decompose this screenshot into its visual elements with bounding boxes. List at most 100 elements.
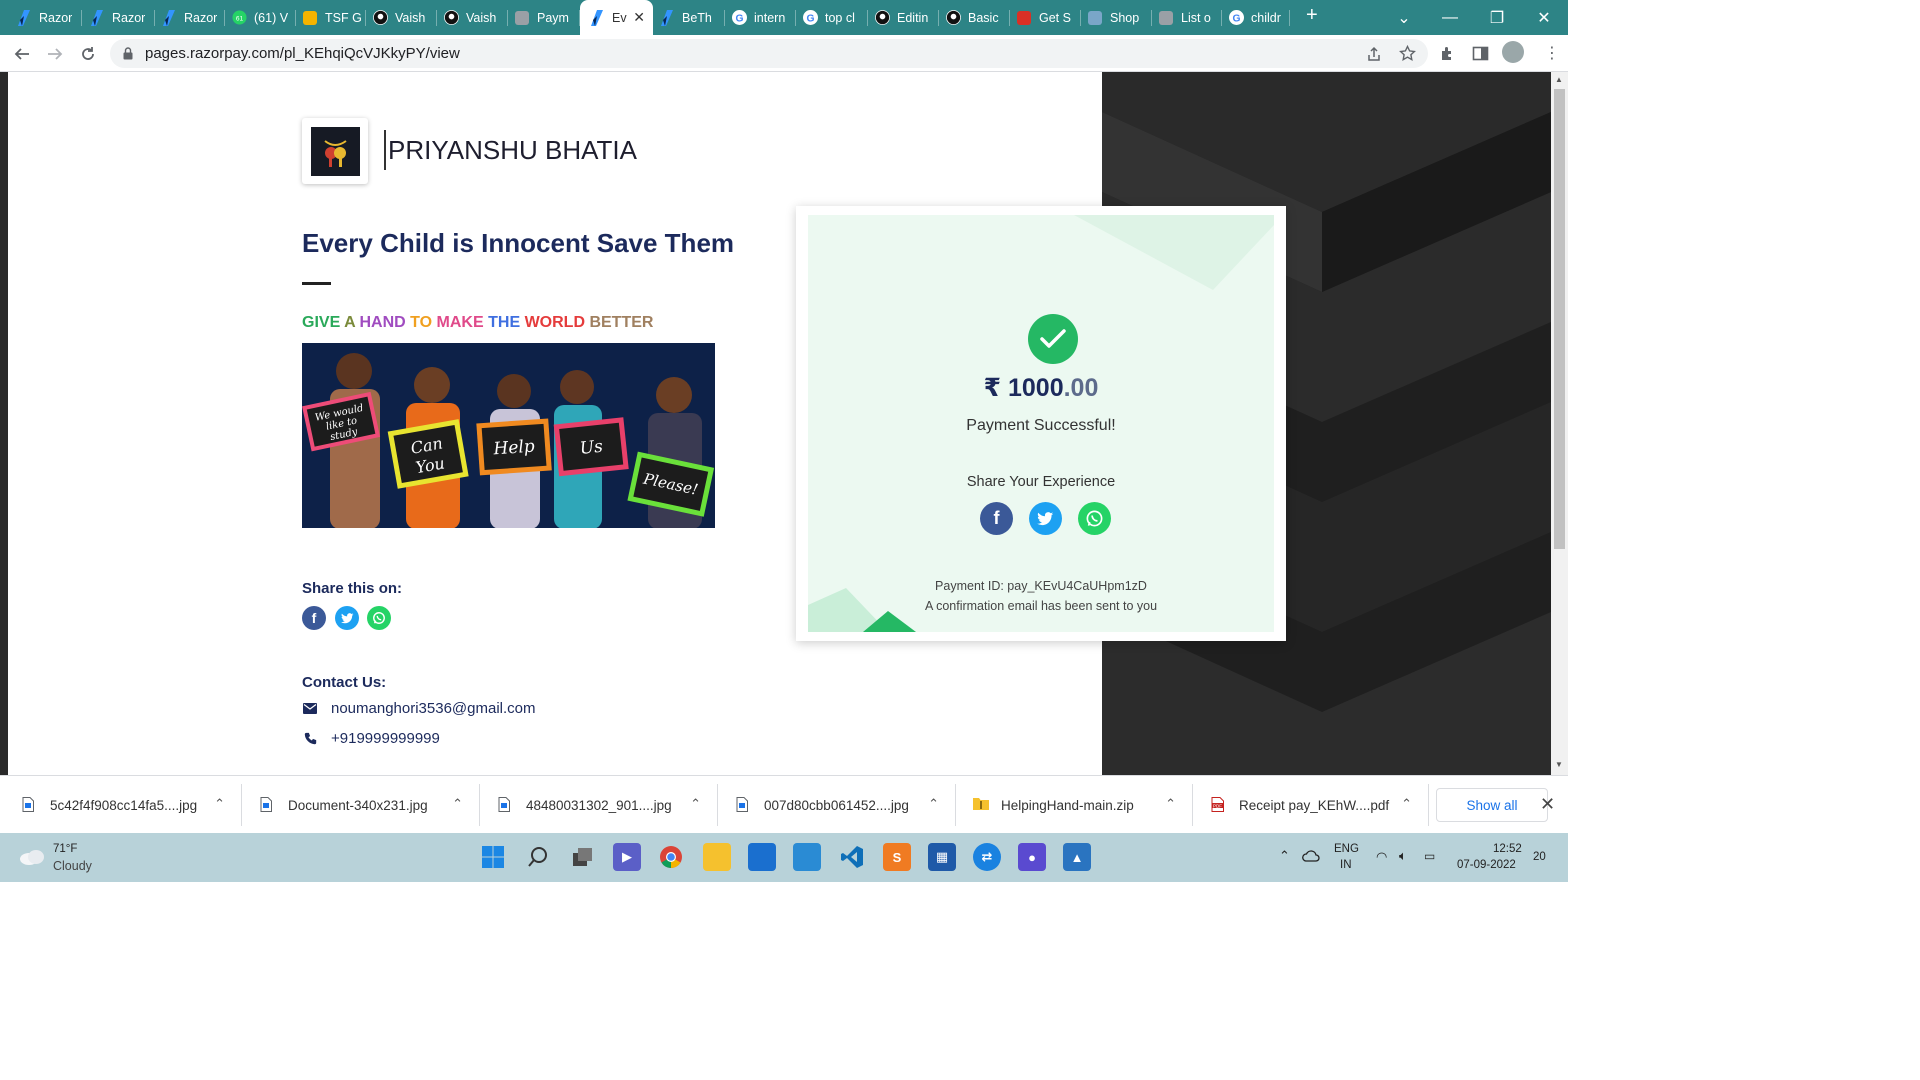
side-panel-icon[interactable] [1472,45,1489,62]
task-view-button[interactable] [569,843,597,871]
address-bar[interactable]: pages.razorpay.com/pl_KEhqiQcVJKkyPY/vie… [110,39,1428,68]
share-facebook-button[interactable]: f [980,502,1013,535]
windows-start-button[interactable] [479,843,507,871]
file-explorer-app[interactable] [703,843,731,871]
browser-tab[interactable]: Shop [1081,4,1152,31]
volume-icon[interactable]: 🔈︎ [1399,848,1407,864]
browser-tab[interactable]: Razor [10,4,82,31]
new-tab-button[interactable]: + [1306,4,1318,27]
language-indicator-top[interactable]: ENG [1334,843,1359,855]
whatsapp-icon [373,612,385,624]
contact-email[interactable]: noumanghori3536@gmail.com [331,700,536,717]
onedrive-cloud-icon[interactable] [1302,850,1320,862]
scroll-up-arrow-icon[interactable]: ▲ [1555,75,1563,84]
payment-status: Payment Successful! [966,417,1116,434]
share-whatsapp-button[interactable] [1078,502,1111,535]
browser-tab[interactable]: Vaish [366,4,437,31]
wifi-icon[interactable]: ◠ [1376,849,1387,865]
browser-tab[interactable]: Razor [83,4,155,31]
clock-date[interactable]: 07-09-2022 [1457,859,1516,871]
close-downloads-icon[interactable]: ✕ [1540,794,1555,815]
battery-icon[interactable]: ▭ [1424,849,1435,863]
browser-tab[interactable]: Gintern [725,4,796,31]
browser-tab[interactable]: List o [1152,4,1222,31]
download-separator [241,784,242,826]
tagline-word: A [344,314,360,331]
browser-tab[interactable]: Ev ✕ [580,0,653,35]
download-item[interactable]: PDF Receipt pay_KEhW....pdf ⌃ [1211,776,1428,834]
weather-temperature[interactable]: 71°F [53,843,77,855]
teams-chat-app[interactable]: ▶ [613,843,641,871]
browser-tab[interactable]: Get S [1010,4,1081,31]
browser-tab[interactable]: Paym [508,4,580,31]
profile-avatar[interactable] [1502,41,1524,63]
show-hidden-icons-chevron[interactable]: ⌃ [1279,848,1290,864]
bookmark-star-icon[interactable] [1399,45,1416,62]
extensions-puzzle-icon[interactable] [1439,45,1456,62]
download-item[interactable]: Document-340x231.jpg ⌃ [260,776,479,834]
chrome-app[interactable] [657,843,685,871]
tagline-word: THE [488,314,525,331]
download-item[interactable]: 5c42f4f908cc14fa5....jpg ⌃ [22,776,241,834]
photos-app[interactable]: ▲ [1063,843,1091,871]
sublime-text-app[interactable]: S [883,843,911,871]
reload-button[interactable] [73,39,103,69]
chevron-up-icon[interactable]: ⌃ [928,796,939,812]
share-icon[interactable] [1366,46,1382,62]
calculator-app[interactable]: ▦ [928,843,956,871]
minimize-window-button[interactable]: — [1427,0,1473,35]
this-pc-app[interactable] [793,843,821,871]
scroll-down-arrow-icon[interactable]: ▼ [1555,760,1563,769]
twitter-share-button[interactable] [335,606,359,630]
chevron-up-icon[interactable]: ⌃ [690,796,701,812]
chevron-up-icon[interactable]: ⌃ [1165,796,1176,812]
browser-tab[interactable]: 61 (61) V [225,4,296,31]
teamviewer-app[interactable]: ⇄ [973,843,1001,871]
page-scrollbar[interactable]: ▲ ▼ [1551,72,1568,775]
store-app[interactable] [748,843,776,871]
browser-tab[interactable]: Gchildr [1222,4,1290,31]
close-window-button[interactable]: ✕ [1521,0,1567,35]
tab-search-chevron-icon[interactable]: ⌄ [1381,0,1427,35]
chevron-up-icon[interactable]: ⌃ [1401,796,1412,812]
download-item[interactable]: 007d80cbb061452....jpg ⌃ [736,776,955,834]
clock-time[interactable]: 12:52 [1493,843,1522,855]
browser-tab[interactable]: TSF G [296,4,366,31]
chevron-up-icon[interactable]: ⌃ [452,796,463,812]
browser-tab[interactable]: Razor [155,4,225,31]
scrollbar-thumb[interactable] [1554,89,1565,549]
chevron-up-icon[interactable]: ⌃ [214,796,225,812]
sign-text-4: Us [579,437,604,459]
browser-tab[interactable]: Gtop cl [796,4,868,31]
download-item[interactable]: 48480031302_901....jpg ⌃ [498,776,717,834]
forward-button[interactable] [40,39,70,69]
notification-count[interactable]: 20 [1533,851,1546,863]
paint-app[interactable]: ● [1018,843,1046,871]
contact-phone[interactable]: +919999999999 [331,730,440,747]
show-all-downloads-button[interactable]: Show all [1436,788,1548,822]
github-icon [874,10,890,26]
chrome-icon [660,846,682,868]
merchant-logo-image [310,126,360,176]
download-item[interactable]: HelpingHand-main.zip ⌃ [973,776,1192,834]
restore-window-button[interactable]: ❐ [1474,0,1520,35]
download-filename: 007d80cbb061452....jpg [764,797,909,813]
browser-menu-icon[interactable]: ⋮ [1544,43,1560,63]
weather-description[interactable]: Cloudy [53,859,92,873]
taskbar-search-button[interactable] [524,843,552,871]
facebook-share-button[interactable]: f [302,606,326,630]
close-tab-icon[interactable]: ✕ [633,9,645,26]
cloudy-weather-icon[interactable] [18,848,46,866]
payment-success-card: ₹ 1000.00 Payment Successful! Share Your… [796,206,1286,641]
browser-tab[interactable]: Editin [868,4,939,31]
browser-tab[interactable]: Basic [939,4,1010,31]
browser-tab[interactable]: Vaish [437,4,508,31]
whatsapp-share-button[interactable] [367,606,391,630]
language-indicator-bottom[interactable]: IN [1340,859,1352,871]
browser-tab[interactable]: BeTh [653,4,725,31]
share-twitter-button[interactable] [1029,502,1062,535]
vscode-icon [841,846,863,868]
back-button[interactable] [7,39,37,69]
vscode-app[interactable] [838,843,866,871]
contact-us-label: Contact Us: [302,674,387,691]
